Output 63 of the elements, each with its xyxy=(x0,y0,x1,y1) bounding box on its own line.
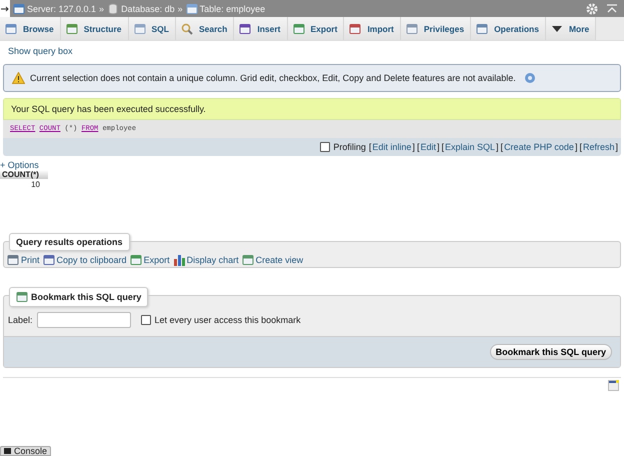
checkbox-label: Profiling xyxy=(333,142,366,152)
help-icon[interactable] xyxy=(524,73,535,83)
query-link[interactable]: Edit inline xyxy=(372,142,412,152)
bracket: [ xyxy=(500,142,504,152)
terminal-icon xyxy=(4,448,11,454)
bracket: [ xyxy=(368,142,372,152)
checkbox[interactable] xyxy=(140,315,151,325)
query-link[interactable]: Explain SQL xyxy=(445,142,496,152)
success-message: Your SQL query has been executed successfully. xyxy=(3,98,621,120)
window-icon[interactable] xyxy=(608,380,619,393)
tab[interactable]: Import xyxy=(344,17,401,40)
query-link[interactable]: Edit xyxy=(420,142,436,152)
tab[interactable]: Insert xyxy=(234,17,288,40)
panel-legend: Query results operations xyxy=(9,233,130,251)
search-icon xyxy=(181,22,193,34)
bar-chart-icon xyxy=(172,254,185,266)
operation-link[interactable]: Print xyxy=(7,254,40,266)
tab[interactable]: Operations xyxy=(471,17,546,40)
tab[interactable]: More xyxy=(546,17,596,40)
label-field[interactable] xyxy=(36,312,131,328)
table-icon xyxy=(5,22,17,34)
tab[interactable]: Browse xyxy=(0,17,61,40)
cylinder-icon xyxy=(107,2,120,14)
bracket: ] xyxy=(436,142,440,152)
tab[interactable]: Structure xyxy=(60,17,129,40)
panel-legend: Bookmark this SQL query xyxy=(9,287,148,307)
bracket: ] xyxy=(574,142,578,152)
settings-icon[interactable] xyxy=(586,2,598,14)
table-cell: 10 xyxy=(0,179,48,189)
separator: » xyxy=(178,4,183,14)
operation-link[interactable]: Create view xyxy=(242,254,304,266)
bracket: ] xyxy=(496,142,499,152)
checkbox-label: Let every user access this bookmark xyxy=(154,315,301,325)
operation-link[interactable]: Copy to clipboard xyxy=(42,254,127,266)
column-header[interactable]: COUNT(*) xyxy=(0,170,48,179)
separator: » xyxy=(99,4,104,14)
table-icon xyxy=(186,2,198,14)
bracket: [ xyxy=(416,142,420,152)
console-label: Console xyxy=(14,446,48,456)
bracket: ] xyxy=(412,142,415,152)
operation-link[interactable]: Export xyxy=(130,254,170,266)
console-tab[interactable]: Console xyxy=(0,446,52,456)
tab[interactable]: Privileges xyxy=(400,17,472,40)
collapse-icon[interactable] xyxy=(606,2,618,14)
query-link[interactable]: Refresh xyxy=(582,142,614,152)
breadcrumb-link[interactable]: Server: 127.0.0.1 xyxy=(13,2,96,14)
field-label: Label: xyxy=(8,315,33,325)
bracket: [ xyxy=(579,142,582,152)
checkbox[interactable] xyxy=(320,142,330,152)
tab[interactable]: Export xyxy=(288,17,344,40)
warning-icon xyxy=(12,72,25,84)
operation-link[interactable]: Display chart xyxy=(172,254,239,266)
tab[interactable]: SQL xyxy=(128,17,176,40)
query-link[interactable]: Create PHP code xyxy=(504,142,574,152)
show-query-link[interactable]: Show query box xyxy=(8,46,621,56)
breadcrumb-link[interactable]: Table: employee xyxy=(186,2,266,14)
bracket: [ xyxy=(441,142,444,152)
tab[interactable]: Search xyxy=(176,17,234,40)
breadcrumb-link[interactable]: Database: db xyxy=(107,2,175,14)
notice-text: Current selection does not contain a unique column. Grid edit, checkbox, Edit, Copy and Delete features are not available. xyxy=(30,73,516,83)
bracket: ] xyxy=(615,142,618,152)
bookmark-button[interactable]: Bookmark this SQL query xyxy=(490,344,612,360)
options-link[interactable]: + Options xyxy=(0,160,621,170)
